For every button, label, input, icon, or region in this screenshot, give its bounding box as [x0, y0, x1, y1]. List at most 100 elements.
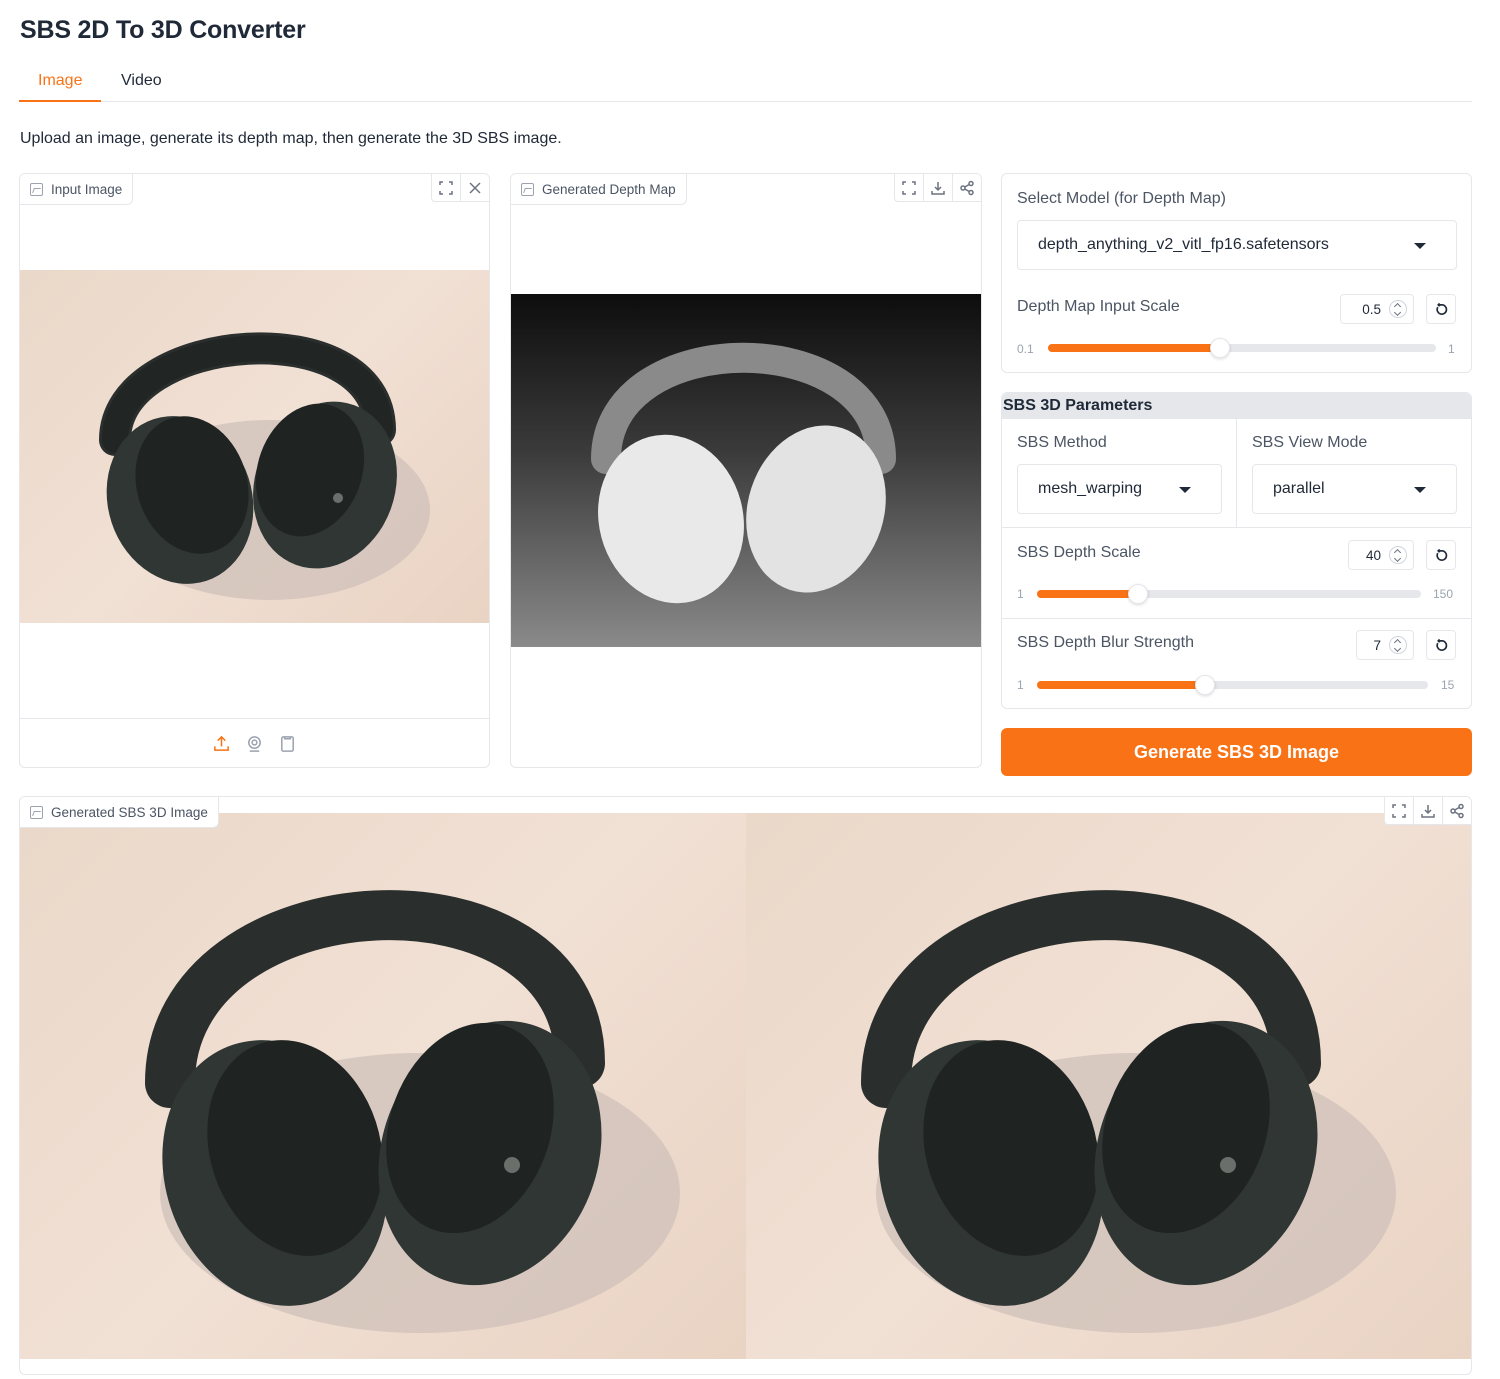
fullscreen-icon	[439, 180, 453, 195]
blur-strength-number[interactable]: 7	[1356, 630, 1414, 660]
depth-map-panel: Generated Depth Map	[510, 173, 982, 768]
fullscreen-button[interactable]	[894, 174, 923, 202]
sbs-method-label: SBS Method	[1017, 434, 1107, 451]
blur-strength-thumb[interactable]	[1194, 675, 1215, 695]
sbs-method-value: mesh_warping	[1038, 480, 1143, 497]
sbs-output-panel: Generated SBS 3D Image	[19, 796, 1472, 1375]
fullscreen-icon	[1392, 803, 1406, 818]
blur-strength-reset-button[interactable]	[1426, 630, 1456, 660]
depth-scale-fill	[1037, 590, 1138, 598]
clipboard-icon[interactable]	[278, 734, 297, 753]
blur-strength-block: SBS Depth Blur Strength 7 1 15	[1002, 619, 1471, 708]
fullscreen-button[interactable]	[1384, 797, 1413, 825]
sbs-output-tools	[1384, 797, 1471, 825]
reset-icon	[1435, 638, 1447, 651]
spinner-icon[interactable]	[1389, 300, 1407, 318]
model-select-value: depth_anything_v2_vitl_fp16.safetensors	[1038, 236, 1329, 253]
close-icon	[469, 181, 481, 194]
fullscreen-button[interactable]	[431, 174, 460, 202]
input-scale-label: Depth Map Input Scale	[1017, 298, 1180, 315]
tab-image[interactable]: Image	[19, 72, 102, 102]
share-icon	[960, 180, 974, 195]
page-title: SBS 2D To 3D Converter	[20, 16, 306, 44]
input-image-label: Input Image	[20, 174, 134, 205]
image-icon	[30, 805, 43, 819]
headphones-image	[99, 332, 430, 600]
image-icon	[30, 182, 43, 196]
depth-scale-number[interactable]: 40	[1348, 540, 1414, 570]
chevron-down-icon	[1414, 243, 1426, 249]
input-scale-value: 0.5	[1362, 301, 1381, 317]
blur-strength-value: 7	[1373, 637, 1381, 653]
sbs-view-mode-value: parallel	[1273, 480, 1325, 497]
input-scale-number[interactable]: 0.5	[1340, 294, 1414, 324]
sbs-output-label-text: Generated SBS 3D Image	[51, 804, 208, 820]
input-scale-max: 1	[1448, 342, 1455, 356]
reset-icon	[1435, 302, 1447, 315]
depth-scale-track[interactable]	[1037, 584, 1421, 604]
depth-map-tools	[894, 174, 981, 202]
upload-icon[interactable]	[212, 734, 231, 753]
share-icon	[1450, 803, 1464, 818]
sbs-left-image	[20, 813, 746, 1359]
model-group: Select Model (for Depth Map) depth_anyth…	[1001, 173, 1472, 373]
depth-scale-reset-button[interactable]	[1426, 540, 1456, 570]
sbs-params-heading: SBS 3D Parameters	[1002, 393, 1471, 419]
image-icon	[521, 182, 534, 196]
input-scale-track[interactable]	[1048, 338, 1436, 358]
download-button[interactable]	[1413, 797, 1442, 825]
tab-bar: Image Video	[19, 64, 1472, 102]
depth-scale-max: 150	[1433, 587, 1454, 601]
reset-icon	[1435, 548, 1447, 561]
model-select-dropdown[interactable]: depth_anything_v2_vitl_fp16.safetensors	[1017, 220, 1457, 270]
sbs-params-group: SBS 3D Parameters SBS Method mesh_warpin…	[1001, 392, 1472, 709]
depth-map-label-text: Generated Depth Map	[542, 181, 676, 197]
input-image-label-text: Input Image	[51, 181, 123, 197]
blur-strength-max: 15	[1441, 678, 1455, 692]
input-image-photo	[20, 270, 489, 623]
chevron-down-icon	[1179, 487, 1191, 493]
spinner-icon[interactable]	[1389, 546, 1407, 564]
download-icon	[931, 181, 945, 195]
download-icon	[1421, 804, 1435, 818]
spinner-icon[interactable]	[1389, 636, 1407, 654]
sbs-view-mode-dropdown[interactable]: parallel	[1252, 464, 1457, 514]
input-scale-fill	[1048, 344, 1221, 352]
input-scale-thumb[interactable]	[1210, 338, 1231, 358]
fullscreen-icon	[902, 180, 916, 195]
blur-strength-fill	[1037, 681, 1205, 689]
depth-scale-min: 1	[1017, 587, 1024, 601]
depth-map-label: Generated Depth Map	[511, 174, 687, 205]
depth-scale-block: SBS Depth Scale 40 1 150	[1002, 528, 1471, 619]
chevron-down-icon	[1414, 487, 1426, 493]
sbs-output-label: Generated SBS 3D Image	[20, 797, 219, 828]
sbs-right-image	[746, 813, 1471, 1359]
sbs-method-block: SBS Method mesh_warping	[1002, 419, 1237, 528]
download-button[interactable]	[923, 174, 952, 202]
model-select-label: Select Model (for Depth Map)	[1017, 190, 1226, 207]
headphones-image-right	[861, 890, 1396, 1333]
blur-strength-track[interactable]	[1037, 675, 1428, 695]
depth-map-image	[511, 294, 981, 647]
share-button[interactable]	[1442, 797, 1471, 825]
input-scale-reset-button[interactable]	[1426, 294, 1456, 324]
input-scale-min: 0.1	[1017, 342, 1034, 356]
share-button[interactable]	[952, 174, 981, 202]
webcam-icon[interactable]	[245, 734, 264, 753]
sbs-view-mode-label: SBS View Mode	[1252, 434, 1368, 451]
tab-video[interactable]: Video	[102, 72, 181, 102]
sbs-method-dropdown[interactable]: mesh_warping	[1017, 464, 1222, 514]
page-description: Upload an image, generate its depth map,…	[20, 130, 562, 147]
depth-headphones	[591, 342, 896, 604]
sbs-view-mode-block: SBS View Mode parallel	[1237, 419, 1471, 528]
headphones-image-left	[145, 890, 680, 1333]
clear-button[interactable]	[460, 174, 489, 202]
upload-source-bar	[20, 718, 489, 767]
depth-scale-thumb[interactable]	[1127, 584, 1148, 604]
generate-sbs-button[interactable]: Generate SBS 3D Image	[1001, 728, 1472, 776]
depth-scale-value: 40	[1365, 547, 1381, 563]
input-image-panel: Input Image	[19, 173, 490, 768]
blur-strength-min: 1	[1017, 678, 1024, 692]
input-image-tools	[431, 174, 489, 202]
depth-scale-label: SBS Depth Scale	[1017, 544, 1141, 561]
